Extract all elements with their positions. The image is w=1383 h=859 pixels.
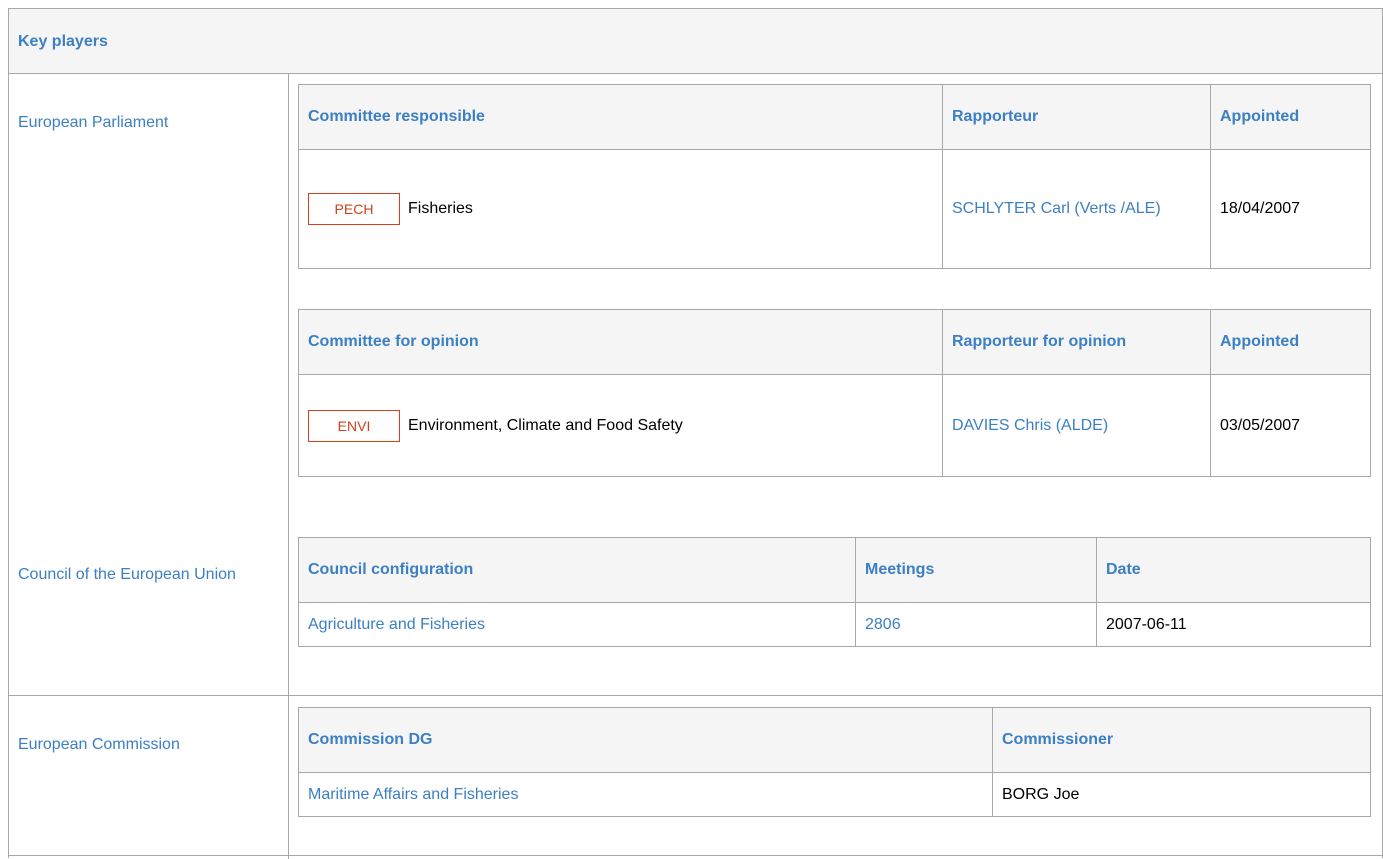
table-row: PECH Fisheries SCHLYTER Carl (Verts /ALE… <box>298 149 1371 269</box>
col-date: Date <box>1096 537 1371 603</box>
committee-name: Environment, Climate and Food Safety <box>408 416 683 434</box>
col-meetings: Meetings <box>855 537 1097 603</box>
col-rapporteur-opinion: Rapporteur for opinion <box>942 309 1211 375</box>
commission-table: Commission DG Commissioner Maritime Affa… <box>298 707 1371 817</box>
table-row: Maritime Affairs and Fisheries BORG Joe <box>298 772 1371 817</box>
panel-title: Key players <box>18 33 108 50</box>
col-appointed: Appointed <box>1210 84 1371 150</box>
committee-responsible-table: Committee responsible Rapporteur Appoint… <box>298 84 1371 269</box>
committee-code-badge[interactable]: PECH <box>308 193 400 225</box>
player-european-commission[interactable]: European Commission <box>18 736 258 754</box>
col-committee-responsible: Committee responsible <box>298 84 943 150</box>
commissioner-name: BORG Joe <box>992 772 1371 817</box>
commission-dg-link[interactable]: Maritime Affairs and Fisheries <box>308 786 518 803</box>
column-divider <box>288 74 289 859</box>
table-row: Agriculture and Fisheries 2806 2007-06-1… <box>298 602 1371 647</box>
col-appointed: Appointed <box>1210 309 1371 375</box>
col-commission-dg: Commission DG <box>298 707 993 773</box>
col-commissioner: Commissioner <box>992 707 1371 773</box>
col-rapporteur: Rapporteur <box>942 84 1211 150</box>
panel-header: Key players <box>9 9 1382 74</box>
player-european-parliament[interactable]: European Parliament <box>18 114 258 132</box>
rapporteur-link[interactable]: SCHLYTER Carl (Verts /ALE) <box>952 200 1161 217</box>
council-table: Council configuration Meetings Date Agri… <box>298 537 1371 647</box>
committee-code-badge[interactable]: ENVI <box>308 409 400 442</box>
player-council[interactable]: Council of the European Union <box>18 566 258 584</box>
council-configuration-link[interactable]: Agriculture and Fisheries <box>308 616 485 633</box>
appointed-date: 03/05/2007 <box>1210 374 1371 477</box>
meeting-date: 2007-06-11 <box>1096 602 1371 647</box>
appointed-date: 18/04/2007 <box>1210 149 1371 269</box>
row-separator <box>9 695 1382 696</box>
meeting-link[interactable]: 2806 <box>865 616 901 633</box>
key-players-panel: Key players European Parliament Committe… <box>8 8 1383 859</box>
committee-opinion-table: Committee for opinion Rapporteur for opi… <box>298 309 1371 477</box>
row-separator <box>9 855 1382 856</box>
rapporteur-link[interactable]: DAVIES Chris (ALDE) <box>952 417 1108 434</box>
committee-name: Fisheries <box>408 200 473 217</box>
table-row: ENVI Environment, Climate and Food Safet… <box>298 374 1371 477</box>
col-council-configuration: Council configuration <box>298 537 856 603</box>
col-committee-opinion: Committee for opinion <box>298 309 943 375</box>
